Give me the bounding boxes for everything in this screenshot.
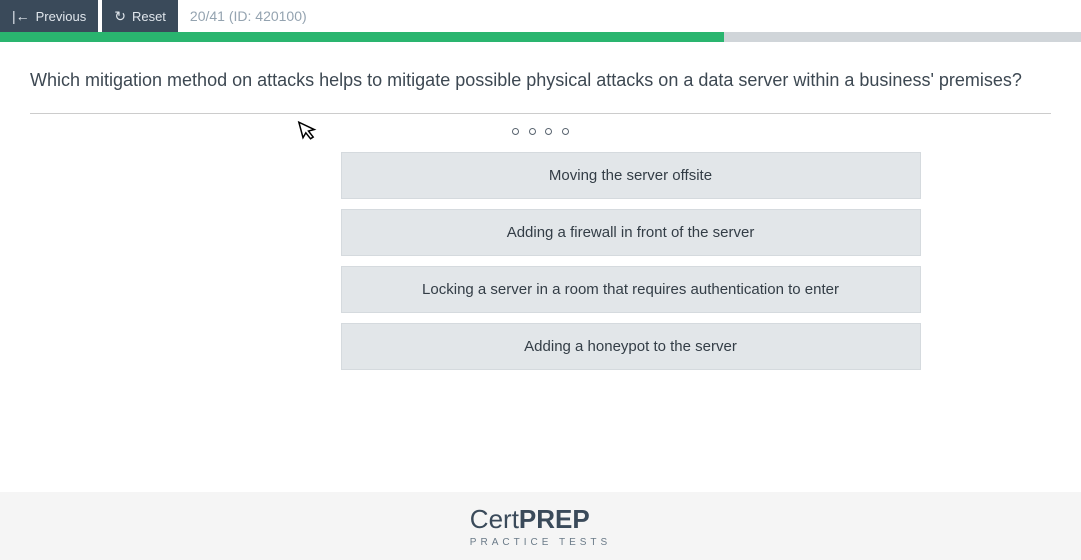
question-counter: 20/41 (ID: 420100) <box>190 8 307 24</box>
answer-option[interactable]: Moving the server offsite <box>341 152 921 199</box>
answer-label: Adding a honeypot to the server <box>524 338 737 355</box>
brand-part2: PREP <box>519 504 590 534</box>
pagination-dots <box>30 122 1051 138</box>
progress-fill <box>0 32 724 42</box>
brand-subtitle: PRACTICE TESTS <box>470 537 611 548</box>
dot-icon <box>562 128 569 135</box>
answer-label: Locking a server in a room that requires… <box>422 281 839 298</box>
answer-label: Moving the server offsite <box>549 167 712 184</box>
dot-icon <box>512 128 519 135</box>
dot-icon <box>545 128 552 135</box>
answer-option[interactable]: Adding a honeypot to the server <box>341 323 921 370</box>
answer-option[interactable]: Adding a firewall in front of the server <box>341 209 921 256</box>
brand-logo: CertPREP PRACTICE TESTS <box>470 504 611 548</box>
main-content: Which mitigation method on attacks helps… <box>0 42 1081 492</box>
answer-list: Moving the server offsite Adding a firew… <box>30 152 1051 370</box>
refresh-icon: ↻ <box>114 9 126 23</box>
reset-button[interactable]: ↻ Reset <box>102 0 178 32</box>
question-text: Which mitigation method on attacks helps… <box>30 62 1051 105</box>
previous-button-label: Previous <box>36 9 87 24</box>
brand-part1: Cert <box>470 504 519 534</box>
answer-label: Adding a firewall in front of the server <box>507 224 755 241</box>
reset-button-label: Reset <box>132 9 166 24</box>
dot-icon <box>529 128 536 135</box>
top-toolbar: |← Previous ↻ Reset 20/41 (ID: 420100) <box>0 0 1081 32</box>
progress-bar <box>0 32 1081 42</box>
previous-button[interactable]: |← Previous <box>0 0 98 32</box>
divider <box>30 113 1051 114</box>
brand-name: CertPREP <box>470 504 611 535</box>
arrow-left-bar-icon: |← <box>12 9 30 23</box>
answer-option[interactable]: Locking a server in a room that requires… <box>341 266 921 313</box>
